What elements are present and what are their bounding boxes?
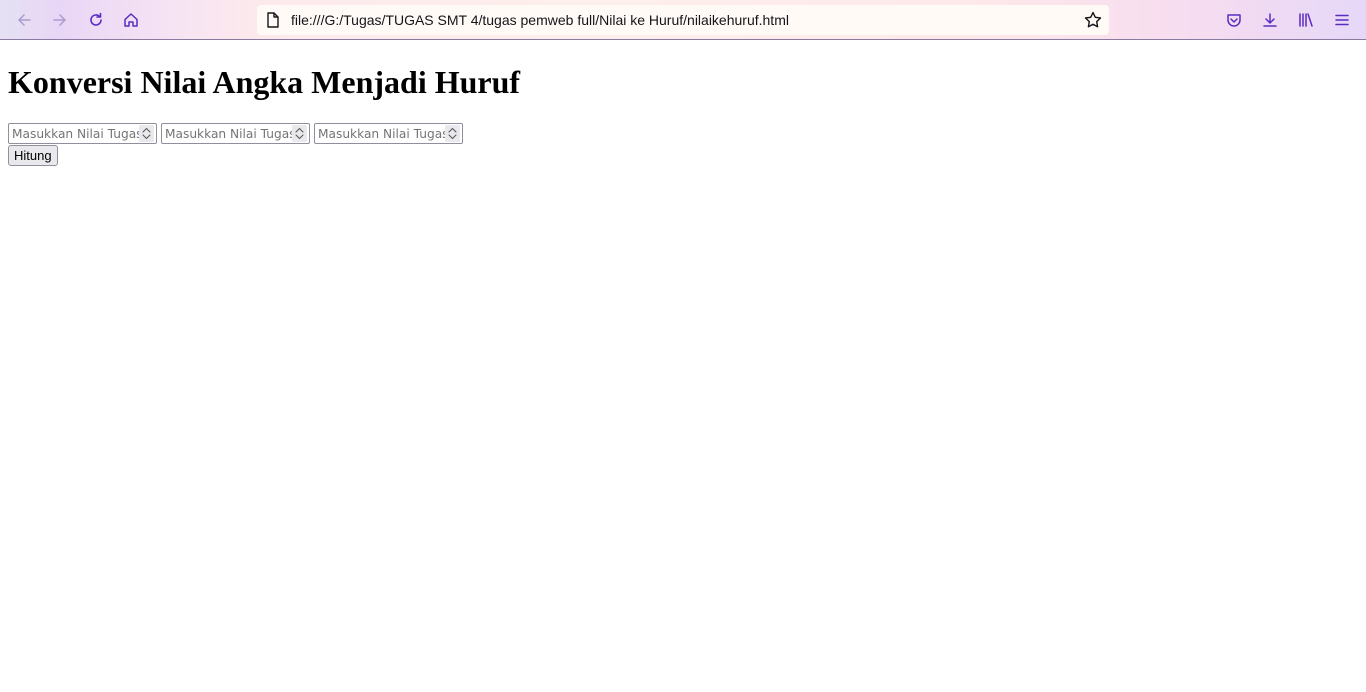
score-inputs: Masukkan Nilai Tugas Masukkan Nilai Tuga… <box>8 123 520 144</box>
pocket-icon <box>1227 14 1241 27</box>
score-input-3[interactable]: Masukkan Nilai Tugas <box>314 123 463 144</box>
address-bar[interactable]: file:///G:/Tugas/TUGAS SMT 4/tugas pemwe… <box>257 5 1109 35</box>
score-input-2[interactable]: Masukkan Nilai Tugas <box>161 123 310 144</box>
home-button[interactable] <box>117 6 145 34</box>
back-icon <box>18 14 31 26</box>
browser-toolbar: file:///G:/Tugas/TUGAS SMT 4/tugas pemwe… <box>0 0 1366 40</box>
download-icon <box>1263 13 1277 27</box>
url-text[interactable]: file:///G:/Tugas/TUGAS SMT 4/tugas pemwe… <box>291 5 789 35</box>
home-icon <box>124 13 138 27</box>
score-input-3-placeholder: Masukkan Nilai Tugas <box>318 127 449 141</box>
downloads-button[interactable] <box>1256 6 1284 34</box>
page-content: Konversi Nilai Angka Menjadi Huruf Masuk… <box>8 41 520 166</box>
bookmark-star-icon[interactable] <box>1083 10 1103 30</box>
page-title: Konversi Nilai Angka Menjadi Huruf <box>8 64 521 100</box>
page-icon <box>267 12 279 28</box>
spinner-icon[interactable] <box>139 125 154 142</box>
score-input-2-placeholder: Masukkan Nilai Tugas <box>165 127 296 141</box>
score-input-1-placeholder: Masukkan Nilai Tugas <box>12 127 143 141</box>
forward-icon <box>53 14 66 26</box>
forward-button[interactable] <box>46 6 74 34</box>
score-input-1[interactable]: Masukkan Nilai Tugas <box>8 123 157 144</box>
pocket-button[interactable] <box>1220 6 1248 34</box>
back-button[interactable] <box>10 6 38 34</box>
menu-icon <box>1335 14 1349 26</box>
spinner-icon[interactable] <box>292 125 307 142</box>
library-icon <box>1299 13 1313 27</box>
library-button[interactable] <box>1292 6 1320 34</box>
spinner-icon[interactable] <box>445 125 460 142</box>
reload-button[interactable] <box>82 6 110 34</box>
hitung-button[interactable]: Hitung <box>8 145 58 166</box>
reload-icon <box>90 12 102 26</box>
menu-button[interactable] <box>1328 6 1356 34</box>
